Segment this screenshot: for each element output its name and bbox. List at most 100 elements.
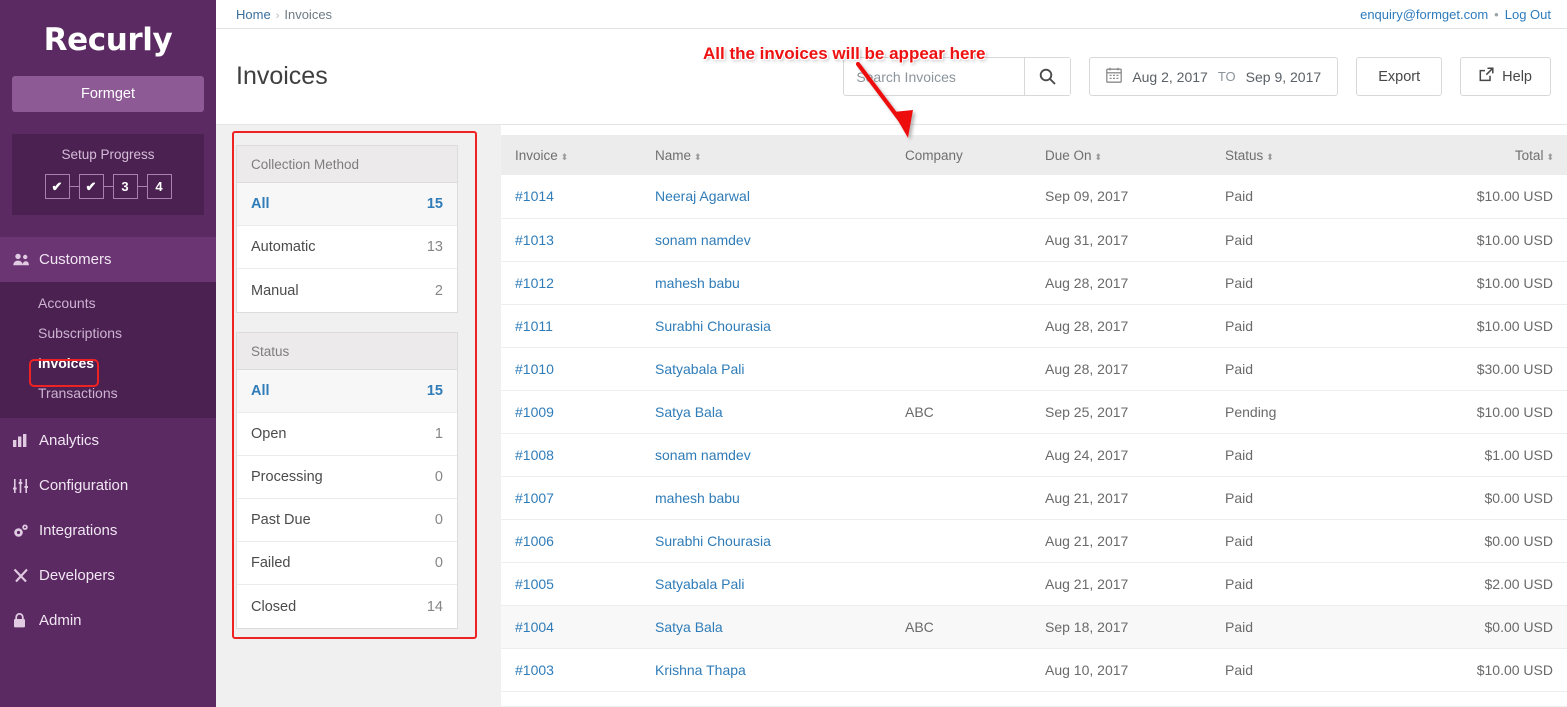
logo-text: Recurly xyxy=(43,22,173,58)
column-header-invoice[interactable]: Invoice ⬍ xyxy=(501,135,641,175)
table-row[interactable]: #1010 Satyabala Pali Aug 28, 2017 Paid $30.0… xyxy=(501,347,1567,391)
customer-link[interactable]: Satyabala Pali xyxy=(655,361,745,377)
filter-status-past-due[interactable]: Past Due 0 xyxy=(237,499,457,542)
sidebar-item-accounts[interactable]: Accounts xyxy=(0,288,216,318)
logout-link[interactable]: Log Out xyxy=(1505,7,1551,22)
customer-link[interactable]: Satyabala Pali xyxy=(655,576,745,592)
cell-status: Paid xyxy=(1211,304,1421,348)
invoice-link[interactable]: #1011 xyxy=(515,318,553,334)
sidebar-item-customers[interactable]: Customers xyxy=(0,237,216,282)
filter-label: All xyxy=(251,196,270,212)
sidebar-item-admin[interactable]: Admin xyxy=(0,598,216,643)
cell-name: Surabhi Chourasia xyxy=(641,304,891,348)
sidebar-item-configuration[interactable]: Configuration xyxy=(0,463,216,508)
customer-link[interactable]: Surabhi Chourasia xyxy=(655,533,771,549)
account-switcher-button[interactable]: Formget xyxy=(12,76,204,112)
column-header-total[interactable]: Total ⬍ xyxy=(1421,135,1567,175)
customer-link[interactable]: Satya Bala xyxy=(655,619,723,635)
customer-link[interactable]: sonam namdev xyxy=(655,232,751,248)
sidebar-item-subscriptions[interactable]: Subscriptions xyxy=(0,318,216,348)
filter-count: 15 xyxy=(426,196,443,212)
invoice-link[interactable]: #1012 xyxy=(515,275,554,291)
breadcrumb-home-link[interactable]: Home xyxy=(236,7,271,22)
table-row[interactable]: #1003 Krishna Thapa Aug 10, 2017 Paid $10.00… xyxy=(501,648,1567,692)
cell-total: $30.00 USD xyxy=(1421,347,1567,391)
table-row[interactable]: #1014 Neeraj Agarwal Sep 09, 2017 Paid $10.0… xyxy=(501,175,1567,219)
people-icon xyxy=(13,253,39,266)
customer-link[interactable]: Krishna Thapa xyxy=(655,662,746,678)
step-divider xyxy=(103,186,113,187)
sidebar-item-label: Integrations xyxy=(39,522,118,539)
table-row[interactable]: #1013 sonam namdev Aug 31, 2017 Paid $10.00 … xyxy=(501,218,1567,262)
filter-status-processing[interactable]: Processing 0 xyxy=(237,456,457,499)
cell-company: ABC xyxy=(891,605,1031,649)
customer-link[interactable]: Surabhi Chourasia xyxy=(655,318,771,334)
filter-status-closed[interactable]: Closed 14 xyxy=(237,585,457,628)
table-row[interactable]: #1008 sonam namdev Aug 24, 2017 Paid $1.00 U… xyxy=(501,433,1567,477)
date-range-picker[interactable]: Aug 2, 2017 TO Sep 9, 2017 xyxy=(1089,57,1339,96)
filter-status-open[interactable]: Open 1 xyxy=(237,413,457,456)
help-button[interactable]: Help xyxy=(1460,57,1551,96)
filter-collection-manual[interactable]: Manual 2 xyxy=(237,269,457,312)
sidebar-item-developers[interactable]: Developers xyxy=(0,553,216,598)
cell-due-on: Aug 28, 2017 xyxy=(1031,347,1211,391)
user-email-link[interactable]: enquiry@formget.com xyxy=(1360,7,1488,22)
step-divider xyxy=(69,186,79,187)
filter-label: All xyxy=(251,383,270,399)
table-row[interactable]: #1011 Surabhi Chourasia Aug 28, 2017 Paid $1… xyxy=(501,304,1567,348)
cell-name: Satyabala Pali xyxy=(641,347,891,391)
cell-invoice: #1012 xyxy=(501,261,641,305)
filter-collection-automatic[interactable]: Automatic 13 xyxy=(237,226,457,269)
filter-label: Automatic xyxy=(251,239,316,255)
date-from-value: Aug 2, 2017 xyxy=(1132,68,1208,85)
user-menu-separator: • xyxy=(1494,6,1499,22)
sidebar-item-invoices[interactable]: Invoices xyxy=(0,348,216,378)
invoice-link[interactable]: #1010 xyxy=(515,361,554,377)
filter-status-failed[interactable]: Failed 0 xyxy=(237,542,457,585)
filter-title: Collection Method xyxy=(237,146,457,183)
invoice-link[interactable]: #1006 xyxy=(515,533,554,549)
table-row[interactable]: #1007 mahesh babu Aug 21, 2017 Paid $0.00 US… xyxy=(501,476,1567,520)
cell-status: Paid xyxy=(1211,175,1421,219)
invoice-link[interactable]: #1014 xyxy=(515,188,554,204)
setup-step-4[interactable]: 4 xyxy=(146,174,172,199)
cell-invoice: #1004 xyxy=(501,605,641,649)
filter-status-all[interactable]: All 15 xyxy=(237,370,457,413)
cell-total: $0.00 USD xyxy=(1421,476,1567,520)
table-row[interactable]: #1005 Satyabala Pali Aug 21, 2017 Paid $2.00… xyxy=(501,562,1567,606)
invoice-link[interactable]: #1004 xyxy=(515,619,554,635)
invoice-link[interactable]: #1008 xyxy=(515,447,554,463)
invoice-link[interactable]: #1005 xyxy=(515,576,554,592)
invoice-link[interactable]: #1007 xyxy=(515,490,554,506)
setup-step-3[interactable]: 3 xyxy=(112,174,138,199)
table-row[interactable]: #1009 Satya Bala ABC Sep 25, 2017 Pending $10… xyxy=(501,390,1567,434)
content-area: Collection Method All 15 Automatic 13 Ma… xyxy=(216,125,1567,706)
column-header-due-on[interactable]: Due On ⬍ xyxy=(1031,135,1211,175)
export-button[interactable]: Export xyxy=(1356,57,1443,96)
sidebar-item-integrations[interactable]: Integrations xyxy=(0,508,216,553)
invoice-link[interactable]: #1013 xyxy=(515,232,554,248)
invoice-link[interactable]: #1003 xyxy=(515,662,554,678)
customer-link[interactable]: Neeraj Agarwal xyxy=(655,188,750,204)
filter-label: Manual xyxy=(251,282,299,299)
table-row[interactable]: #1006 Surabhi Chourasia Aug 21, 2017 Paid $0… xyxy=(501,519,1567,563)
filter-collection-all[interactable]: All 15 xyxy=(237,183,457,226)
column-header-status[interactable]: Status ⬍ xyxy=(1211,135,1421,175)
customer-link[interactable]: sonam namdev xyxy=(655,447,751,463)
cell-due-on: Sep 09, 2017 xyxy=(1031,175,1211,219)
setup-step-1[interactable]: ✔ xyxy=(44,174,70,199)
table-row[interactable]: #1012 mahesh babu Aug 28, 2017 Paid $10.00 U… xyxy=(501,261,1567,305)
sidebar-item-transactions[interactable]: Transactions xyxy=(0,378,216,408)
customer-link[interactable]: Satya Bala xyxy=(655,404,723,420)
search-button[interactable] xyxy=(1024,58,1071,95)
column-header-name[interactable]: Name ⬍ xyxy=(641,135,891,175)
cell-total: $2.00 USD xyxy=(1421,562,1567,606)
sidebar-item-analytics[interactable]: Analytics xyxy=(0,418,216,463)
invoice-link[interactable]: #1009 xyxy=(515,404,554,420)
setup-step-2[interactable]: ✔ xyxy=(78,174,104,199)
customer-link[interactable]: mahesh babu xyxy=(655,490,740,506)
filter-count: 0 xyxy=(434,469,443,485)
filter-count: 0 xyxy=(434,512,443,528)
table-row[interactable]: #1004 Satya Bala ABC Sep 18, 2017 Paid $0.00 … xyxy=(501,605,1567,649)
customer-link[interactable]: mahesh babu xyxy=(655,275,740,291)
